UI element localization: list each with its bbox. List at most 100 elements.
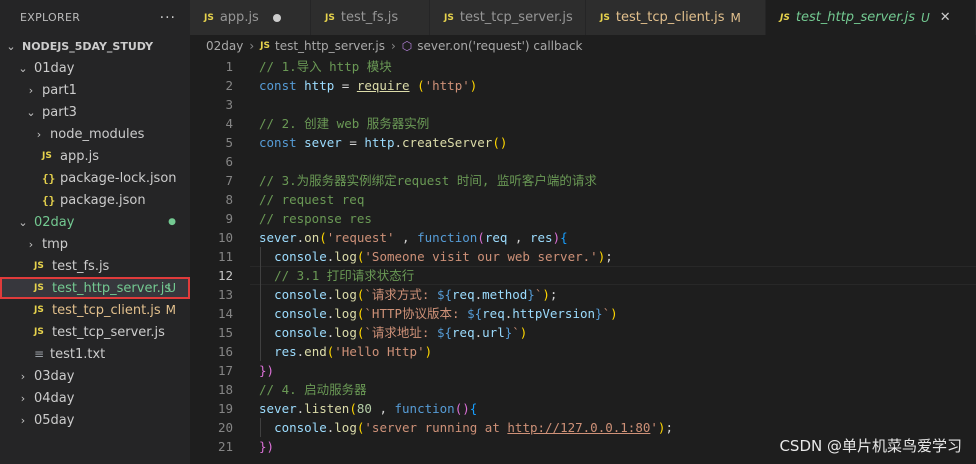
code-token: 'server running at: [364, 420, 508, 435]
git-status-badge: M: [730, 10, 741, 25]
code-line[interactable]: const sever = http.createServer(): [259, 133, 507, 152]
code-line[interactable]: sever.listen(80 , function(){: [259, 399, 477, 418]
tree-item[interactable]: › tmp: [0, 233, 190, 255]
tree-item[interactable]: › 04day: [0, 387, 190, 409]
tree-item[interactable]: {} package.json: [0, 189, 190, 211]
tree-item[interactable]: {} package-lock.json: [0, 167, 190, 189]
code-line[interactable]: res.end('Hello Http'): [259, 342, 432, 361]
code-line[interactable]: // 4. 启动服务器: [259, 380, 367, 399]
code-line[interactable]: // 2. 创建 web 服务器实例: [259, 114, 429, 133]
more-actions-icon[interactable]: ···: [160, 10, 176, 26]
breadcrumb-folder[interactable]: 02day: [206, 39, 243, 53]
tree-item[interactable]: › part1: [0, 79, 190, 101]
tab-test-tcp-client-js[interactable]: JS test_tcp_client.js M: [586, 0, 766, 35]
code-token: console: [274, 306, 327, 321]
tree-item[interactable]: JS test_tcp_server.js: [0, 321, 190, 343]
code-line[interactable]: console.log('server running at http://12…: [259, 418, 673, 437]
tab-test-tcp-server-js[interactable]: JS test_tcp_server.js: [430, 0, 586, 35]
tab-test-http-server-js[interactable]: JS test_http_server.js U ✕: [766, 0, 976, 35]
code-token: on: [304, 230, 320, 245]
code-line[interactable]: // 3.为服务器实例绑定request 时间, 监听客户端的请求: [259, 171, 597, 190]
code-token: `请求方式:: [364, 287, 437, 302]
code-line[interactable]: console.log(`HTTP协议版本: ${req.httpVersion…: [259, 304, 618, 323]
code-token: function: [394, 401, 455, 416]
breadcrumb-file[interactable]: test_http_server.js: [275, 39, 385, 53]
code-editor[interactable]: 1// 1.导入 http 模块 2 const http = require ('…: [190, 57, 976, 464]
js-file-icon: JS: [42, 151, 52, 161]
line-number: 13: [217, 287, 233, 302]
code-token: ,: [394, 230, 418, 245]
code-token: ,: [371, 401, 395, 416]
watermark: CSDN @单片机菜鸟爱学习: [779, 437, 962, 455]
js-file-icon: JS: [34, 327, 44, 337]
code-token: http://127.0.0.1:80: [507, 420, 651, 435]
chevron-right-icon: ›: [20, 369, 26, 383]
tree-item[interactable]: ⌄ 02day ●: [0, 211, 190, 233]
git-status-badge: M: [165, 303, 176, 317]
code-token: 'Hello Http': [334, 344, 425, 359]
tab-label: test_http_server.js: [795, 10, 915, 25]
code-line[interactable]: // response res: [259, 209, 372, 228]
tree-item-label: test_tcp_client.js: [52, 302, 161, 318]
code-line[interactable]: sever.on('request' , function(req , res)…: [259, 228, 568, 247]
code-token: (): [454, 401, 470, 416]
tree-item[interactable]: ≡ test1.txt: [0, 343, 190, 365]
close-icon[interactable]: ✕: [940, 10, 951, 25]
code-line[interactable]: const http = require ('http'): [259, 76, 477, 95]
tree-item[interactable]: JS test_tcp_client.js M: [0, 299, 190, 321]
code-token: ': [650, 420, 658, 435]
code-token: (: [477, 230, 485, 245]
line-number: 4: [225, 116, 233, 131]
breadcrumb-symbol[interactable]: sever.on('request') callback: [417, 39, 582, 53]
code-token: http: [304, 78, 335, 93]
code-token: ;: [549, 287, 558, 302]
tree-item[interactable]: JS app.js: [0, 145, 190, 167]
tab-label: test_fs.js: [340, 10, 399, 25]
tree-item-label: 03day: [34, 368, 75, 384]
code-token: // 3.1 打印请求状态行: [274, 268, 415, 283]
code-token: sever: [304, 135, 342, 150]
unsaved-dot-icon[interactable]: [272, 13, 281, 22]
code-token: res: [274, 344, 297, 359]
breadcrumb: 02day › JS test_http_server.js › ⬡ sever…: [190, 35, 976, 57]
code-token: log: [334, 306, 357, 321]
code-token: 'request': [326, 230, 395, 245]
line-number: 7: [225, 173, 233, 188]
tree-item[interactable]: JS test_fs.js: [0, 255, 190, 277]
code-line[interactable]: console.log(`请求地址: ${req.url}`): [259, 323, 527, 342]
tree-item[interactable]: › 03day: [0, 365, 190, 387]
code-line[interactable]: }): [259, 361, 274, 380]
json-file-icon: {}: [42, 193, 56, 207]
js-file-icon: JS: [325, 12, 335, 23]
line-number: 11: [217, 249, 233, 264]
code-line[interactable]: // 1.导入 http 模块: [259, 57, 392, 76]
code-token: ): [519, 325, 528, 340]
code-token: ${: [436, 325, 453, 340]
tree-item[interactable]: ⌄ part3: [0, 101, 190, 123]
code-line[interactable]: console.log(`请求方式: ${req.method}`);: [259, 285, 557, 304]
tree-item[interactable]: ⌄ 01day: [0, 57, 190, 79]
tab-app-js[interactable]: JS app.js: [190, 0, 311, 35]
chevron-right-icon: ›: [20, 391, 26, 405]
code-line[interactable]: }): [259, 437, 274, 456]
tree-item-label: app.js: [60, 148, 99, 164]
tree-item[interactable]: JS test_http_server.js U: [0, 277, 190, 299]
code-token: console: [274, 249, 327, 264]
tab-test-fs-js[interactable]: JS test_fs.js: [311, 0, 430, 35]
code-line[interactable]: // 3.1 打印请求状态行: [259, 266, 414, 285]
explorer-title: EXPLORER: [20, 11, 81, 24]
code-token: `请求地址:: [364, 325, 437, 340]
code-token: =: [341, 135, 365, 150]
code-line[interactable]: console.log('Someone visit our web serve…: [259, 247, 613, 266]
code-token: require: [356, 78, 410, 93]
code-token: ;: [605, 249, 613, 264]
tree-item[interactable]: › node_modules: [0, 123, 190, 145]
line-number: 18: [217, 382, 233, 397]
tree-item-label: package-lock.json: [60, 170, 177, 186]
tree-item[interactable]: › 05day: [0, 409, 190, 431]
code-line[interactable]: // request req: [259, 190, 364, 209]
tree-root-folder[interactable]: ⌄ NODEJS_5DAY_STUDY: [0, 35, 190, 57]
line-number: 1: [225, 59, 233, 74]
